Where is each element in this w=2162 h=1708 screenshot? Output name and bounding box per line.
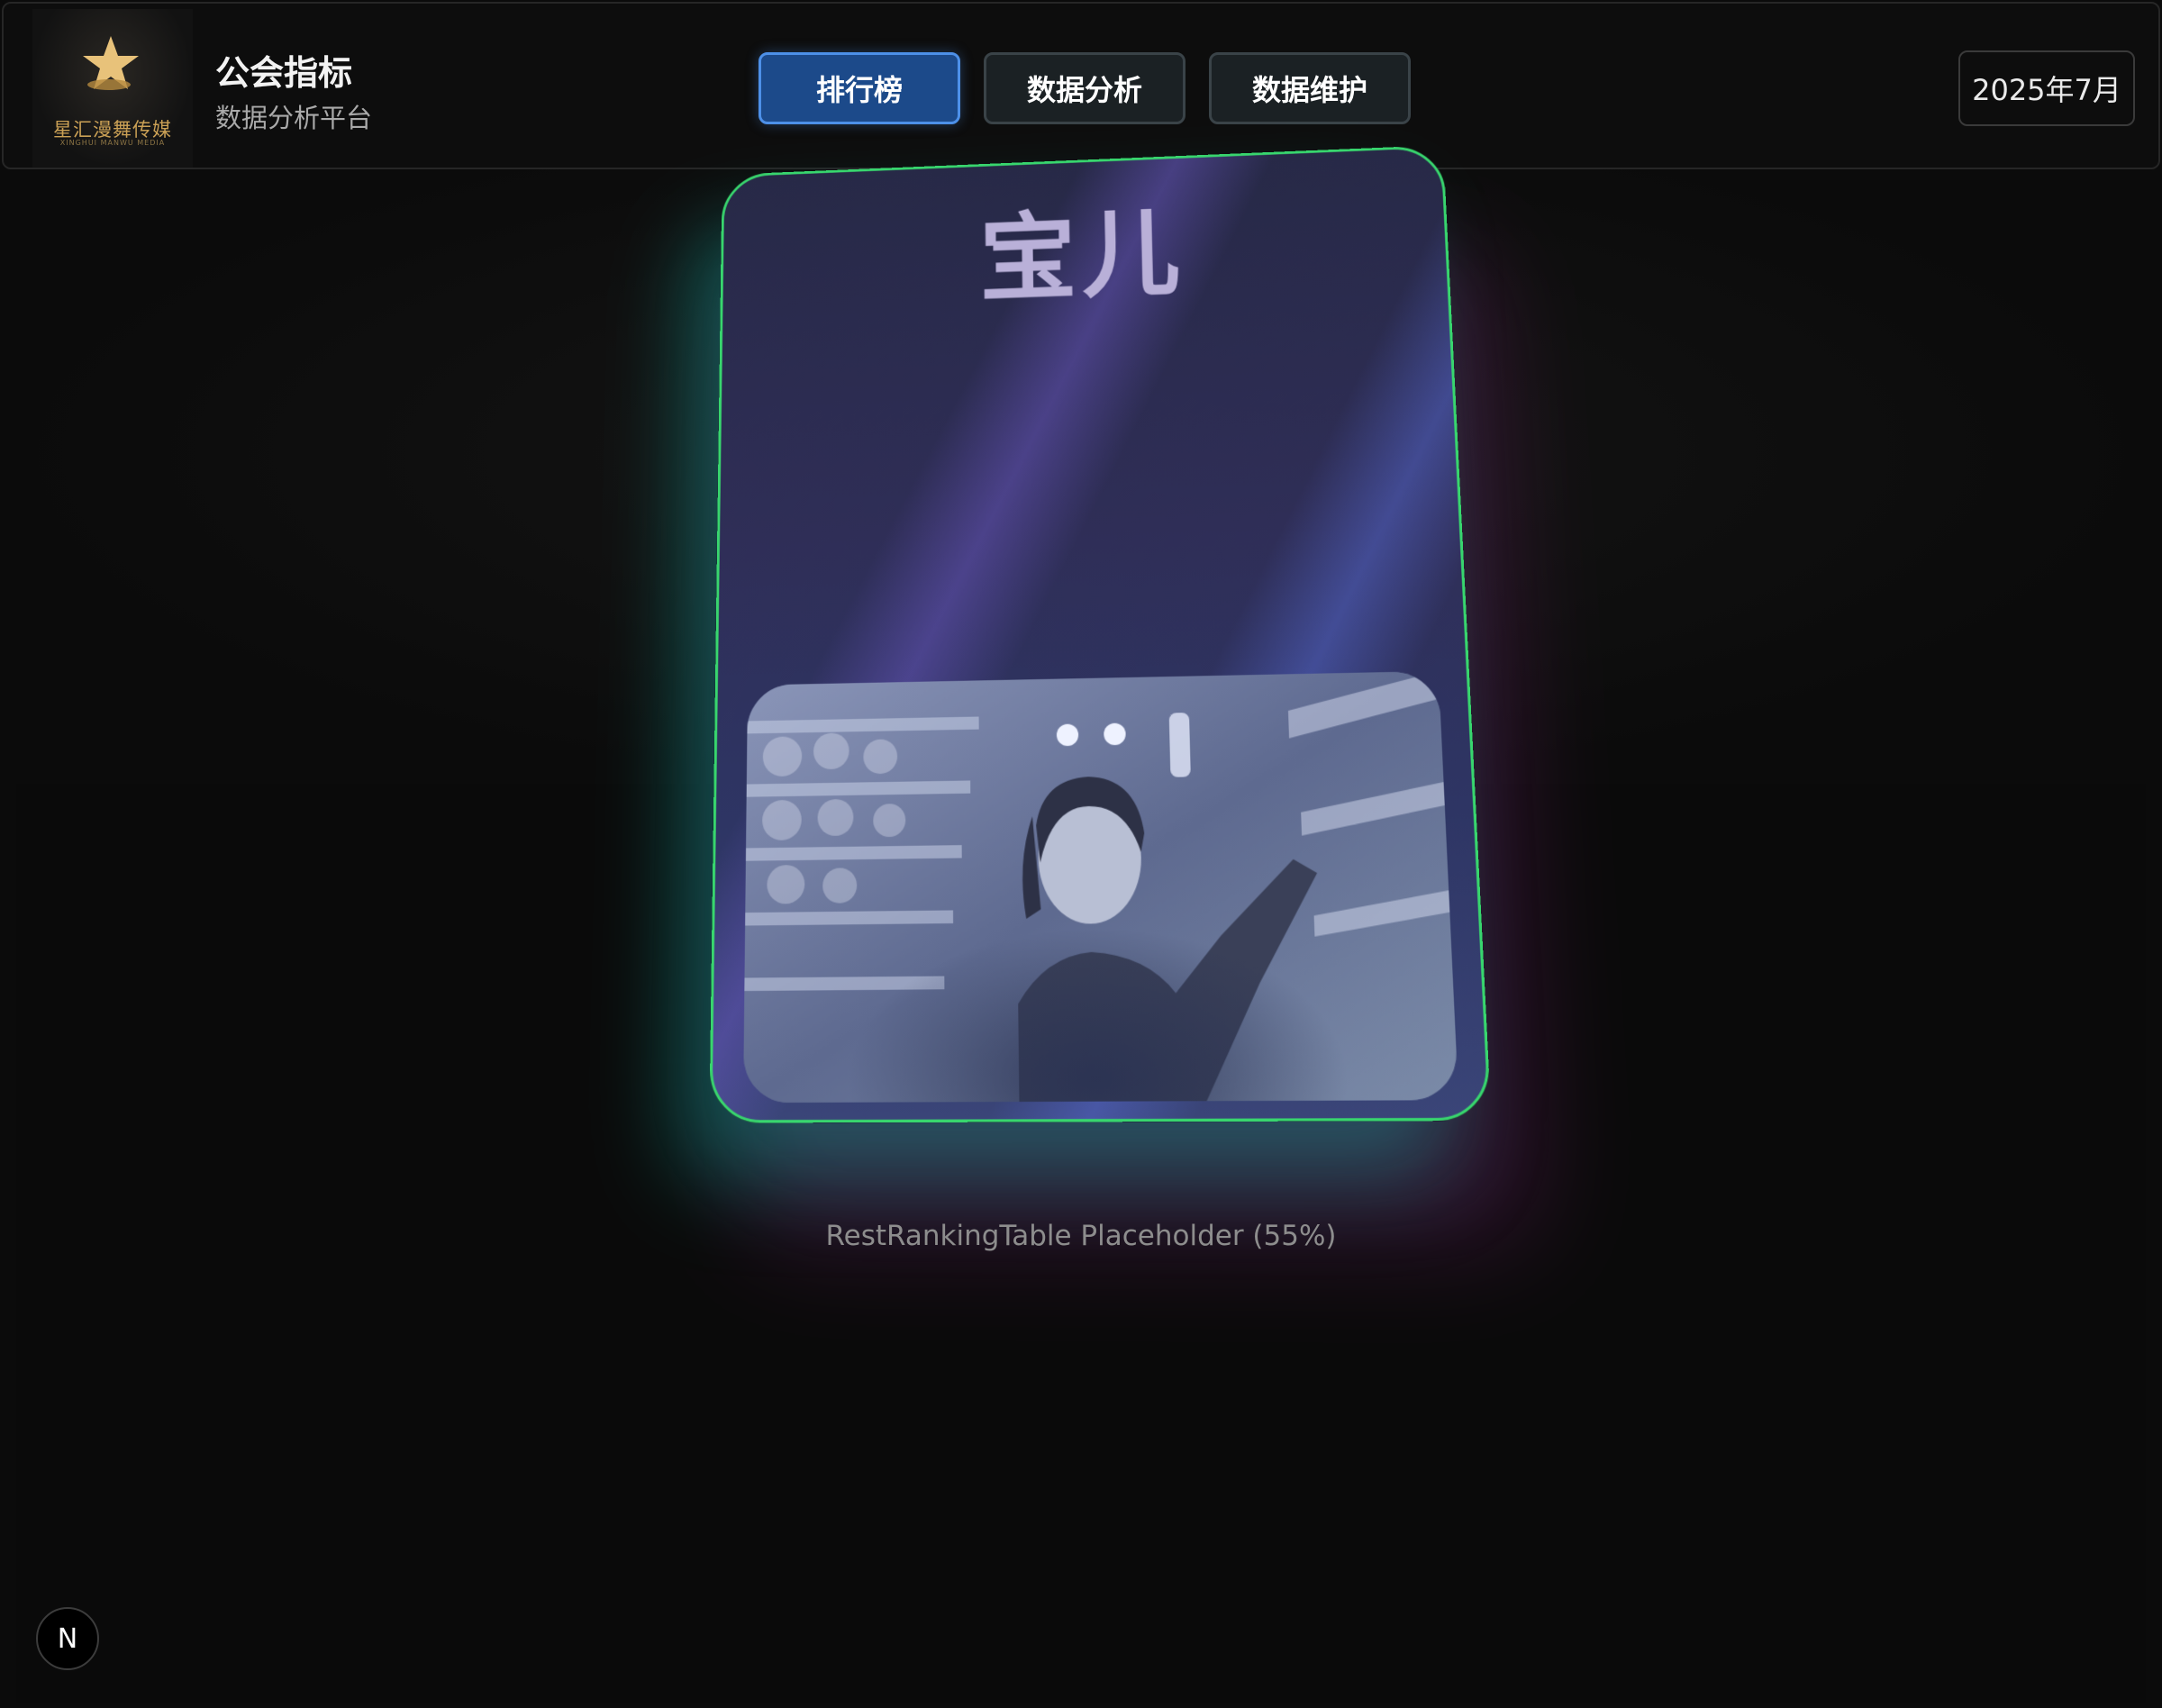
star-logo-icon [79,32,142,95]
n-letter-icon[interactable]: N [36,1607,99,1670]
app-subtitle: 数据分析平台 [215,97,372,135]
card-host-name: 宝儿 [722,166,1454,330]
card-body: 宝儿 [709,145,1491,1123]
nav-maintenance-button[interactable]: 数据维护 [1209,52,1411,124]
page: 星汇漫舞传媒 XINGHUI MANWU MEDIA 公会指标 数据分析平台 排… [0,0,2162,1708]
rest-ranking-placeholder: RestRankingTable Placeholder (55%) [0,1220,2162,1252]
app-title: 公会指标 [215,45,352,95]
nav-analysis-button[interactable]: 数据分析 [984,52,1185,124]
top-ranking-card[interactable]: 宝儿 [710,139,1461,1104]
host-photo-image [743,671,1458,1103]
month-selector[interactable]: 2025年7月 [1958,50,2135,126]
host-photo [743,671,1458,1103]
brand-logo[interactable]: 星汇漫舞传媒 XINGHUI MANWU MEDIA [32,9,193,168]
nav-ranking-button[interactable]: 排行榜 [759,52,960,124]
logo-subtext: XINGHUI MANWU MEDIA [32,139,193,147]
